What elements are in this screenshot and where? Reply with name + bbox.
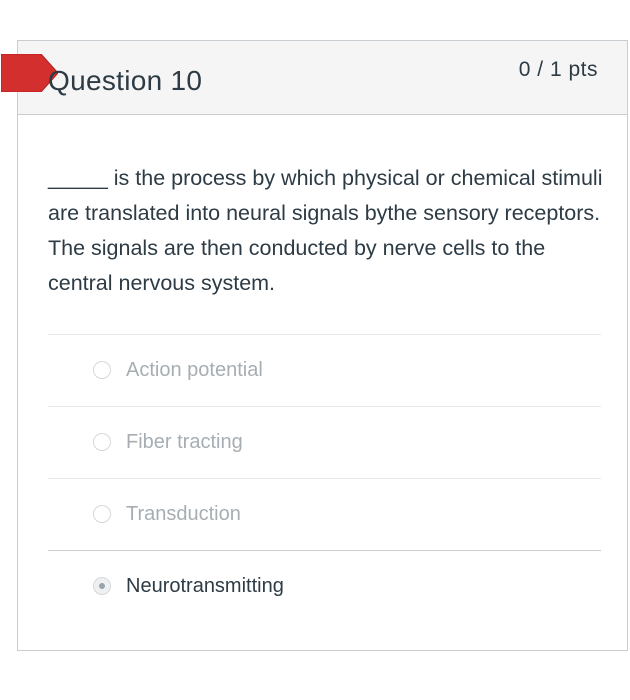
answer-list: Action potential Fiber tracting Transduc… [48, 334, 601, 622]
answer-option-neurotransmitting[interactable]: Neurotransmitting [48, 550, 601, 622]
answer-label: Fiber tracting [126, 431, 243, 453]
answer-label: Action potential [126, 359, 263, 381]
radio-button-selected[interactable] [93, 576, 111, 595]
answer-option-action-potential[interactable]: Action potential [48, 334, 601, 406]
question-title: Question 10 [48, 65, 203, 96]
radio-button[interactable] [93, 432, 111, 451]
question-header: Question 10 0 / 1 pts [1, 41, 627, 115]
radio-button[interactable] [93, 360, 111, 379]
answer-option-transduction[interactable]: Transduction [48, 478, 601, 550]
radio-button[interactable] [93, 504, 111, 523]
question-points: 0 / 1 pts [518, 58, 598, 81]
answer-label: Neurotransmitting [126, 575, 284, 597]
question-text: _____ is the process by which physical o… [48, 166, 603, 295]
answer-option-fiber-tracting[interactable]: Fiber tracting [48, 406, 601, 478]
question-card: Question 10 0 / 1 pts _____ is the proce… [1, 40, 628, 651]
answer-label: Transduction [126, 503, 241, 525]
